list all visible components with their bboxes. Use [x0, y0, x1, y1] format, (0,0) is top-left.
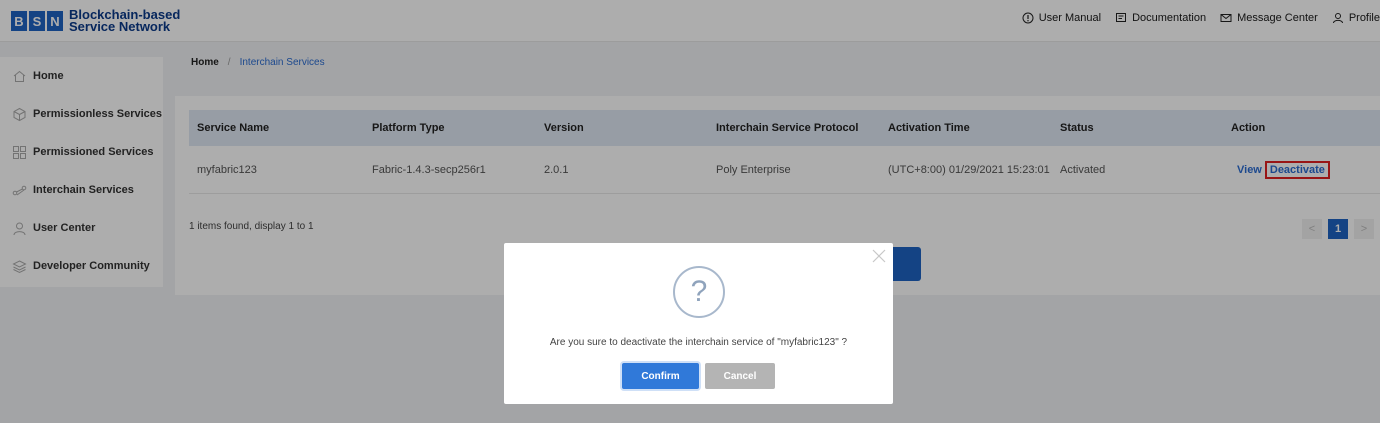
- confirm-button[interactable]: Confirm: [622, 363, 699, 389]
- confirm-message: Are you sure to deactivate the interchai…: [549, 337, 848, 348]
- cancel-button[interactable]: Cancel: [705, 363, 775, 389]
- question-icon: ?: [673, 266, 725, 318]
- deactivate-confirm-dialog: ? Are you sure to deactivate the interch…: [504, 243, 893, 404]
- close-icon[interactable]: [871, 248, 887, 264]
